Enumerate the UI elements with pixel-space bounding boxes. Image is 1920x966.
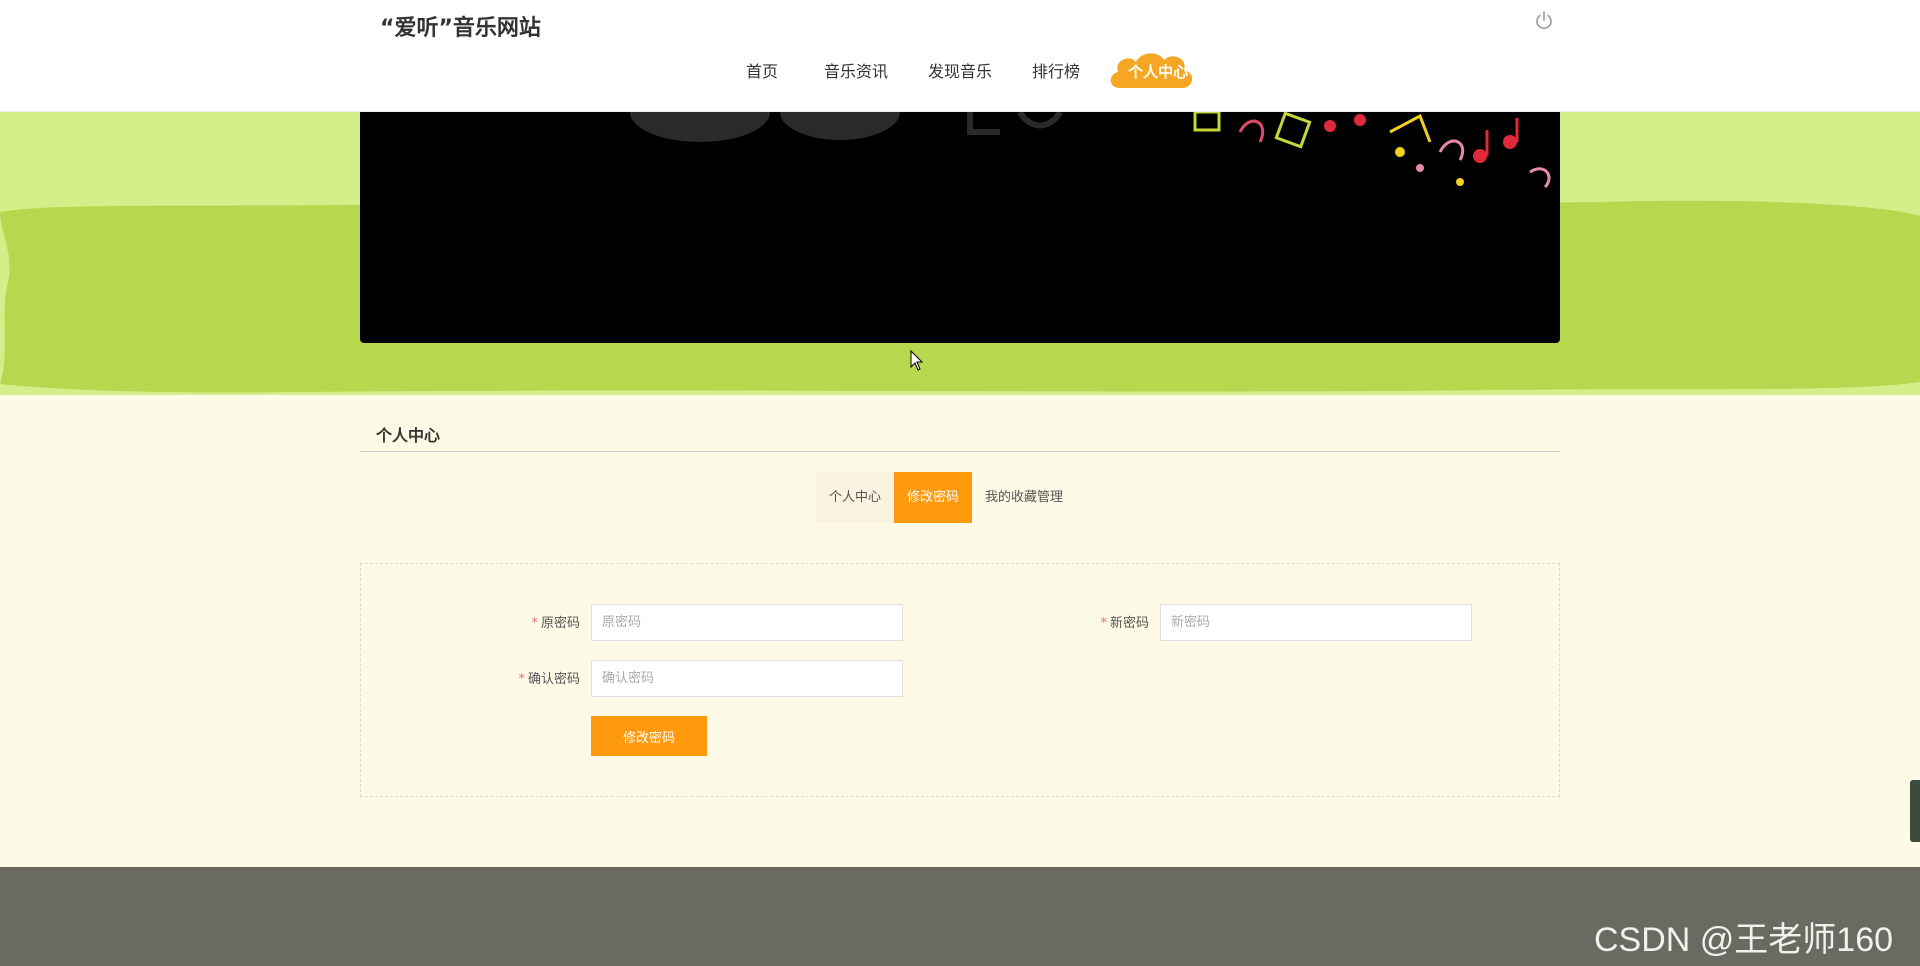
profile-tabs: 个人中心 修改密码 我的收藏管理	[816, 472, 1076, 523]
required-mark: *	[518, 672, 525, 687]
side-widget-handle[interactable]	[1910, 780, 1920, 842]
required-mark: *	[1100, 616, 1107, 631]
banner-image	[360, 112, 1560, 343]
tab-personal-center[interactable]: 个人中心	[816, 472, 895, 523]
old-password-input[interactable]	[591, 604, 903, 641]
change-password-button[interactable]: 修改密码	[591, 716, 707, 756]
music-notes-decoration	[630, 112, 1551, 189]
old-password-label: * 原密码	[480, 612, 580, 631]
nav-item-discover-music[interactable]: 发现音乐	[908, 44, 1012, 100]
nav-item-label: 个人中心	[1128, 63, 1189, 81]
tab-my-favorites[interactable]: 我的收藏管理	[972, 472, 1076, 523]
nav-item-home[interactable]: 首页	[726, 44, 804, 100]
watermark-text: CSDN @王老师160	[1594, 921, 1894, 959]
site-title: “爱听”音乐网站	[380, 16, 541, 41]
page-scrollbar[interactable]	[1912, 112, 1920, 867]
confirm-password-label: * 确认密码	[480, 668, 580, 687]
nav-item-music-news[interactable]: 音乐资讯	[804, 44, 908, 100]
nav-item-charts[interactable]: 排行榜	[1012, 44, 1100, 100]
main-nav: 首页 音乐资讯 发现音乐 排行榜 个人中心	[726, 44, 1210, 100]
new-password-label-text: 新密码	[1109, 616, 1149, 631]
new-password-input[interactable]	[1160, 604, 1472, 641]
mouse-cursor-icon	[910, 350, 924, 371]
section-title: 个人中心	[376, 426, 441, 445]
site-header: “爱听”音乐网站 首页 音乐资讯 发现音乐 排行榜 个人中心	[0, 0, 1920, 112]
new-password-label: * 新密码	[1049, 612, 1149, 631]
nav-item-personal-center[interactable]: 个人中心	[1106, 44, 1210, 100]
required-mark: *	[531, 616, 538, 631]
confirm-password-input[interactable]	[591, 660, 903, 697]
section-divider	[360, 451, 1560, 452]
confirm-password-label-text: 确认密码	[527, 672, 580, 687]
tab-change-password[interactable]: 修改密码	[894, 472, 973, 523]
power-icon[interactable]	[1534, 10, 1554, 30]
old-password-label-text: 原密码	[540, 616, 580, 631]
